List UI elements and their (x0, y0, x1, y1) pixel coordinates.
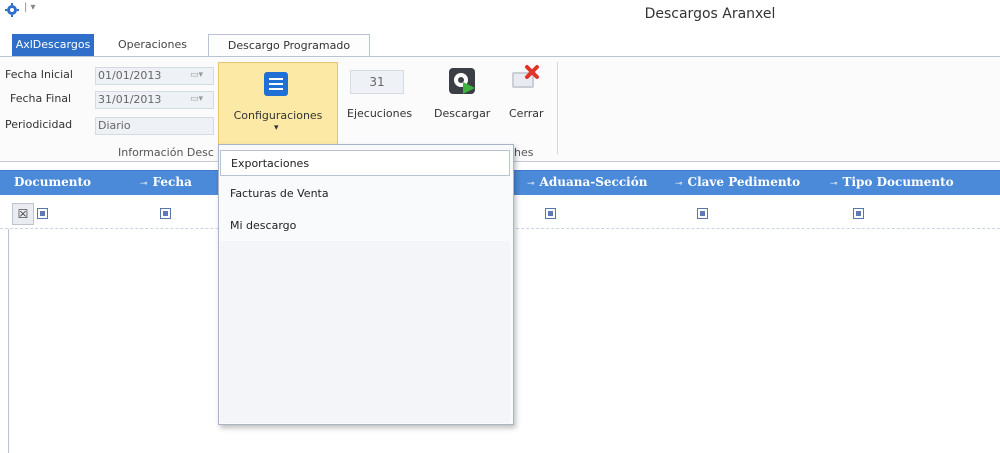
title-bar: | ▾ Descargos Aranxel (0, 0, 1000, 26)
column-header-label: Clave Pedimento (687, 175, 801, 189)
ejecuciones-input[interactable]: 31 (350, 70, 404, 94)
chevron-down-icon: ▾ (274, 123, 279, 133)
ribbon-group-label: Información Desc (118, 146, 214, 159)
menu-item-mi-descargo[interactable]: Mi descargo (220, 213, 510, 239)
filter-cell-documento[interactable] (37, 208, 48, 219)
column-header-label: Fecha (152, 175, 192, 189)
pin-icon[interactable]: ⊸ (830, 179, 838, 189)
filter-cell-fecha[interactable] (160, 208, 171, 219)
document-list-icon (264, 72, 288, 96)
calendar-dropdown-icon[interactable]: ▭▾ (190, 70, 204, 82)
configuraciones-label: Configuraciones (233, 109, 323, 122)
periodicidad-select[interactable]: Diario (95, 117, 214, 135)
periodicidad-value: Diario (98, 119, 131, 132)
cerrar-label: Cerrar (509, 107, 544, 120)
column-header-documento[interactable]: Documento (14, 175, 91, 189)
column-header-aduana-seccion[interactable]: ⊸ Aduana-Sección (527, 175, 647, 189)
column-header-label: Tipo Documento (842, 175, 954, 189)
filter-cell-tipo-documento[interactable] (853, 208, 864, 219)
descargar-label: Descargar (434, 107, 491, 120)
menu-empty-area (220, 241, 510, 423)
gear-play-icon (449, 68, 475, 94)
tab-axldescargos[interactable]: AxlDescargos (12, 34, 94, 56)
periodicidad-label: Periodicidad (5, 118, 73, 131)
fecha-inicial-label: Fecha Inicial (5, 68, 73, 81)
calendar-dropdown-icon[interactable]: ▭▾ (190, 94, 204, 106)
menu-item-facturas-de-venta[interactable]: Facturas de Venta (220, 181, 510, 207)
tab-operaciones[interactable]: Operaciones (112, 34, 193, 56)
configuraciones-dropdown-menu: Exportaciones Facturas de Venta Mi desca… (218, 144, 514, 425)
fecha-final-value: 31/01/2013 (98, 93, 162, 106)
filter-cell-clave-pedimento[interactable] (697, 208, 708, 219)
window-title: Descargos Aranxel (644, 6, 776, 22)
filter-cell-aduana-seccion[interactable] (545, 208, 556, 219)
column-header-clave-pedimento[interactable]: ⊸ Clave Pedimento (675, 175, 800, 189)
grid-left-border (8, 229, 9, 453)
pin-icon[interactable]: ⊸ (675, 179, 683, 189)
pin-icon[interactable]: ⊸ (140, 179, 148, 189)
fecha-final-label: Fecha Final (10, 92, 72, 105)
column-header-tipo-documento[interactable]: ⊸ Tipo Documento (830, 175, 954, 189)
ribbon-group-label: hes (514, 146, 534, 159)
ejecuciones-label: Ejecuciones (347, 107, 413, 120)
ribbon-group-divider (557, 62, 558, 154)
close-icon (512, 65, 539, 88)
pin-icon[interactable]: ⊸ (527, 179, 535, 189)
ribbon-tabs: AxlDescargos Operaciones Descargo Progra… (0, 34, 1000, 58)
column-header-fecha[interactable]: ⊸ Fecha (140, 175, 192, 189)
column-header-label: Documento (14, 175, 92, 189)
column-header-label: Aduana-Sección (539, 175, 648, 189)
fecha-inicial-value: 01/01/2013 (98, 69, 162, 82)
tab-descargo-programado[interactable]: Descargo Programado (208, 34, 370, 58)
menu-item-exportaciones[interactable]: Exportaciones (220, 150, 510, 176)
